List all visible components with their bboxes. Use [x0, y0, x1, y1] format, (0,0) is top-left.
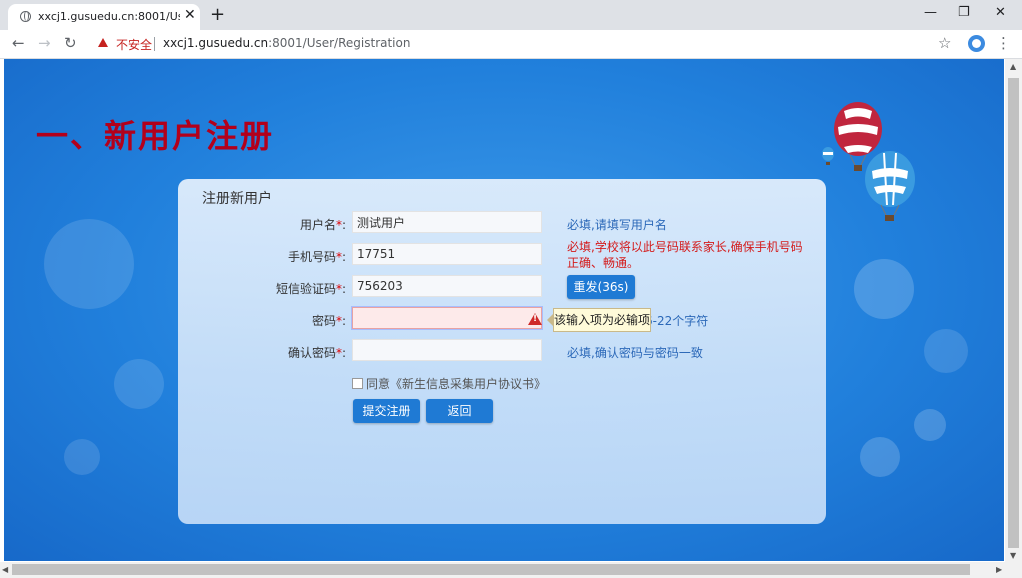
scroll-left-icon[interactable]: ◀: [2, 565, 8, 574]
scroll-right-icon[interactable]: ▶: [996, 565, 1002, 574]
restore-icon[interactable]: ❐: [958, 5, 970, 20]
username-hint: 必填,请填写用户名: [567, 218, 667, 232]
back-button[interactable]: 返回: [426, 399, 493, 423]
browser-tab[interactable]: xxcj1.gusuedu.cn:8001/User/R ✕: [8, 4, 200, 30]
validation-warning-icon: [528, 313, 542, 325]
username-label-text: 用户名: [299, 218, 336, 232]
password-hint: 6-22个字符: [645, 314, 709, 328]
resend-code-button[interactable]: 重发(36s): [567, 275, 635, 299]
decor-bubble: [914, 409, 946, 441]
back-icon[interactable]: ←: [12, 34, 25, 52]
phone-hint: 必填,学校将以此号码联系家长,确保手机号码正确、畅通。: [567, 240, 803, 270]
submit-registration-button[interactable]: 提交注册: [353, 399, 420, 423]
divider: [154, 37, 155, 51]
sms-code-input[interactable]: [352, 275, 542, 297]
confirm-password-hint: 必填,确认密码与密码一致: [567, 346, 703, 360]
decor-bubble: [860, 437, 900, 477]
colon: :: [341, 218, 346, 232]
page-title: 一、新用户注册: [36, 117, 275, 155]
address-bar[interactable]: 不安全 xxcj1.gusuedu.cn:8001/User/Registrat…: [88, 33, 960, 55]
security-label[interactable]: 不安全: [116, 36, 152, 53]
new-tab-icon[interactable]: +: [210, 4, 225, 25]
browser-menu-icon[interactable]: ⋮: [996, 34, 1011, 52]
tab-close-icon[interactable]: ✕: [184, 7, 196, 23]
hot-air-balloons-illustration: [822, 102, 915, 221]
tab-title: xxcj1.gusuedu.cn:8001/User/R: [38, 10, 180, 23]
confirm-password-label: 确认密码*:: [178, 344, 346, 361]
vertical-scroll-thumb[interactable]: [1008, 78, 1019, 548]
password-label-text: 密码: [311, 314, 336, 328]
horizontal-scroll-thumb[interactable]: [12, 564, 970, 575]
url-host: xxcj1.gusuedu.cn: [163, 36, 269, 50]
reload-icon[interactable]: ↻: [64, 34, 77, 52]
confirm-password-input[interactable]: [352, 339, 542, 361]
decor-bubble: [44, 219, 134, 309]
forward-icon[interactable]: →: [38, 34, 51, 52]
sms-code-label-text: 短信验证码: [275, 282, 336, 296]
warning-icon: [98, 38, 108, 47]
colon: :: [341, 314, 346, 328]
extension-icon[interactable]: [968, 35, 985, 52]
password-label: 密码*:: [178, 312, 346, 329]
url-text[interactable]: xxcj1.gusuedu.cn:8001/User/Registration: [163, 36, 410, 50]
sms-code-label: 短信验证码*:: [178, 280, 346, 297]
colon: :: [341, 250, 346, 264]
colon: :: [341, 282, 346, 296]
decor-bubble: [854, 259, 914, 319]
panel-title: 注册新用户: [202, 191, 272, 207]
phone-input[interactable]: [352, 243, 542, 265]
decor-bubble: [114, 359, 164, 409]
globe-icon: [20, 11, 31, 22]
username-input[interactable]: [352, 211, 542, 233]
scroll-up-icon[interactable]: ▲: [1010, 62, 1016, 71]
phone-label: 手机号码*:: [178, 248, 346, 265]
page-background: 一、新用户注册 注册新用户 用户名*: 必填,请填写用户名 手机号码*: 必填,…: [4, 59, 1004, 561]
agree-checkbox[interactable]: [352, 378, 363, 389]
url-path: :8001/User/Registration: [268, 36, 411, 50]
validation-tooltip: 该输入项为必输项: [547, 308, 651, 332]
scroll-down-icon[interactable]: ▼: [1010, 551, 1016, 560]
bookmark-star-icon[interactable]: ☆: [938, 34, 951, 52]
browser-toolbar: ← → ↻ 不安全 xxcj1.gusuedu.cn:8001/User/Reg…: [0, 30, 1022, 59]
username-label: 用户名*:: [178, 216, 346, 233]
tab-strip: xxcj1.gusuedu.cn:8001/User/R ✕ + — ❐ ✕: [0, 0, 1022, 30]
decor-bubble: [924, 329, 968, 373]
confirm-password-label-text: 确认密码: [287, 346, 336, 360]
colon: :: [341, 346, 346, 360]
decor-bubble: [64, 439, 100, 475]
minimize-icon[interactable]: —: [924, 5, 937, 20]
password-input[interactable]: [352, 307, 542, 329]
phone-label-text: 手机号码: [287, 250, 336, 264]
window-close-icon[interactable]: ✕: [995, 5, 1006, 20]
registration-form-panel: 注册新用户 用户名*: 必填,请填写用户名 手机号码*: 必填,学校将以此号码联…: [178, 179, 826, 524]
agreement-link[interactable]: 同意《新生信息采集用户协议书》: [366, 375, 546, 392]
